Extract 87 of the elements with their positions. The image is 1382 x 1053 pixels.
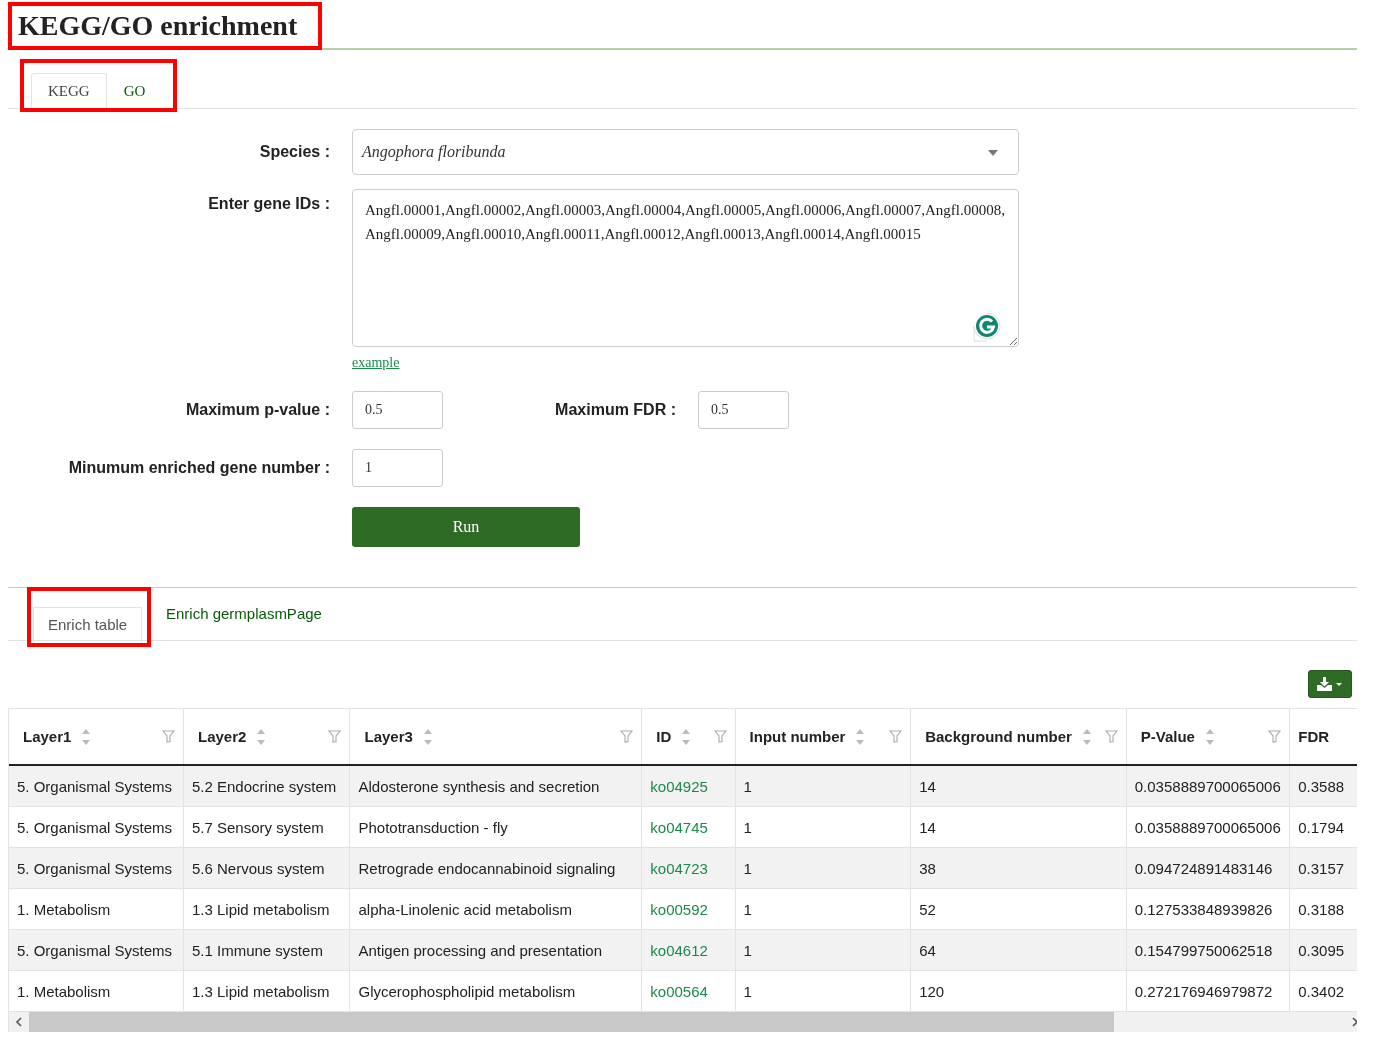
filter-icon[interactable] — [889, 730, 903, 743]
table-cell: 5. Organismal Systems — [9, 765, 184, 807]
field-label: Minumum enriched gene number : — [67, 459, 330, 477]
page-title: KEGG/GO enrichment — [18, 9, 299, 43]
example-link[interactable]: example — [352, 355, 400, 371]
table-cell: 1 — [735, 765, 911, 807]
table-cell: 1 — [735, 929, 911, 971]
horizontal-scrollbar[interactable] — [9, 1012, 1357, 1032]
table-cell: 0.3402 — [1289, 970, 1357, 1012]
caret-icon — [988, 150, 998, 156]
table-cell: 5.2 Endocrine system — [183, 765, 350, 807]
table-cell: 0.154799750062518 — [1126, 929, 1290, 971]
filter-icon[interactable] — [1104, 730, 1118, 743]
grammar-assistant-icon — [973, 312, 1001, 342]
sort-icon[interactable] — [422, 727, 433, 746]
run-button[interactable]: Run — [352, 507, 580, 547]
p-value-field[interactable]: 0.5 — [352, 391, 443, 429]
species-select[interactable]: Angophora floribunda — [352, 129, 1019, 175]
table-cell: 1 — [735, 847, 911, 889]
table-cell: 52 — [910, 888, 1127, 930]
id-link[interactable]: ko04925 — [641, 765, 736, 807]
table-cell: 0.127533848939826 — [1126, 888, 1290, 930]
table-cell: 1 — [735, 806, 911, 848]
tab[interactable]: KEGG — [31, 73, 107, 108]
filter-icon[interactable] — [620, 730, 634, 743]
table-cell: 5.6 Nervous system — [183, 847, 350, 889]
filter-icon[interactable] — [1268, 730, 1282, 743]
table-cell: 38 — [910, 847, 1127, 889]
table-cell: 0.3095 — [1289, 929, 1357, 971]
table-cell: 0.1794 — [1289, 806, 1357, 848]
table-cell: Phototransduction - fly — [350, 806, 642, 848]
id-link[interactable]: ko00564 — [641, 970, 736, 1012]
id-link[interactable]: ko04612 — [641, 929, 736, 971]
sort-icon[interactable] — [81, 727, 92, 746]
field-label: Maximum FDR : — [554, 401, 676, 419]
table-cell: Glycerophospholipid metabolism — [350, 970, 642, 1012]
table-cell: 1. Metabolism — [9, 888, 184, 930]
field-label: Species : — [258, 143, 330, 161]
table-cell: 0.3188 — [1289, 888, 1357, 930]
table-cell: 14 — [910, 806, 1127, 848]
tab[interactable]: GO — [106, 73, 163, 108]
gene-ids-field[interactable]: Angfl.00001,Angfl.00002,Angfl.00003,Angfl.00004,Angfl.00005,Angfl.00006,Angfl.00007,Angfl.00008,Angfl.00009,Angfl.00010,Angfl.00011,Angfl.00012,Angfl.00013,Angfl.00014,Angfl.00015 — [352, 189, 1019, 347]
table-cell: 1 — [735, 888, 911, 930]
tab[interactable]: Enrich table — [33, 607, 143, 643]
field-label: Maximum p-value : — [184, 401, 330, 419]
table-cell: Aldosterone synthesis and secretion — [350, 765, 642, 807]
sort-icon[interactable] — [256, 727, 267, 746]
table-cell: 5. Organismal Systems — [9, 847, 184, 889]
table-cell: 14 — [910, 765, 1127, 807]
scroll-right-icon[interactable] — [1351, 1017, 1357, 1027]
table-cell: 1.3 Lipid metabolism — [183, 888, 350, 930]
table-cell: 1 — [735, 970, 911, 1012]
id-link[interactable]: ko04745 — [641, 806, 736, 848]
table-cell: 0.094724891483146 — [1126, 847, 1290, 889]
id-link[interactable]: ko00592 — [641, 888, 736, 930]
download-button[interactable] — [1308, 670, 1352, 698]
table-cell: 1. Metabolism — [9, 970, 184, 1012]
scroll-left-icon[interactable] — [15, 1017, 23, 1027]
table-cell: 5. Organismal Systems — [9, 806, 184, 848]
table-cell: 5. Organismal Systems — [9, 929, 184, 971]
table-cell: 5.7 Sensory system — [183, 806, 350, 848]
sort-icon[interactable] — [855, 727, 866, 746]
table-cell: 0.272176946979872 — [1126, 970, 1290, 1012]
table-cell: Antigen processing and presentation — [350, 929, 642, 971]
table-cell: 1.3 Lipid metabolism — [183, 970, 350, 1012]
table-cell: Retrograde endocannabinoid signaling — [350, 847, 642, 889]
table-cell: 0.0358889700065006 — [1126, 765, 1290, 807]
sort-icon[interactable] — [1081, 727, 1092, 746]
table-cell: 5.1 Immune system — [183, 929, 350, 971]
sort-icon[interactable] — [1204, 727, 1215, 746]
table-cell: alpha-Linolenic acid metabolism — [350, 888, 642, 930]
download-icon — [1317, 677, 1343, 691]
filter-icon[interactable] — [328, 730, 342, 743]
filter-icon[interactable] — [713, 730, 727, 743]
gene-number-field[interactable]: 1 — [352, 449, 443, 487]
sort-icon[interactable] — [681, 727, 692, 746]
filter-icon[interactable] — [162, 730, 175, 743]
table-cell: 0.3588 — [1289, 765, 1357, 807]
tab[interactable]: Enrich germplasmPage — [151, 596, 337, 632]
id-link[interactable]: ko04723 — [641, 847, 736, 889]
table-cell: 64 — [910, 929, 1127, 971]
table-cell: 120 — [910, 970, 1127, 1012]
table-cell: 0.3157 — [1289, 847, 1357, 889]
fdr-field[interactable]: 0.5 — [698, 391, 789, 429]
field-label: Enter gene IDs : — [207, 195, 330, 214]
scrollbar-thumb[interactable] — [29, 1012, 1114, 1032]
table-cell: 0.0358889700065006 — [1126, 806, 1290, 848]
